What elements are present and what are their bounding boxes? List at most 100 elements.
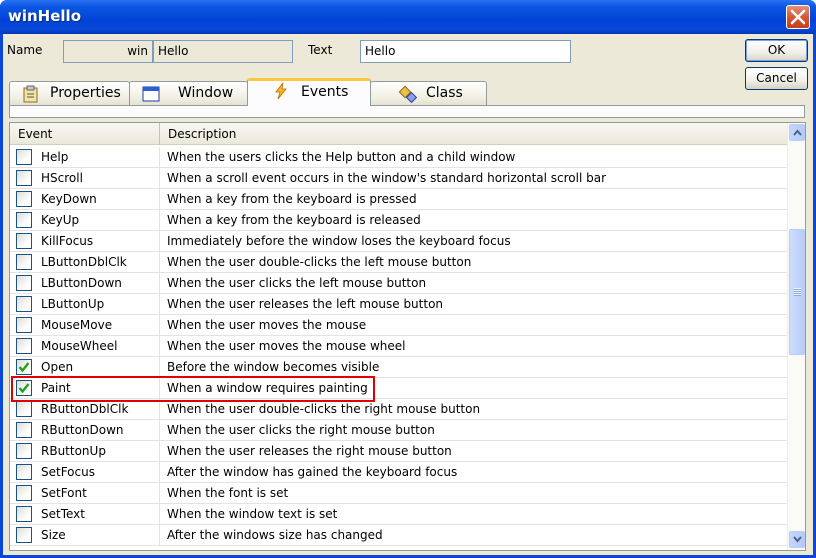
table-row[interactable]: MouseWheel When the user moves the mouse … [10,336,787,357]
event-cell: Open [10,357,160,378]
event-description: Immediately before the window loses the … [167,234,511,248]
table-row[interactable]: Help When the users clicks the Help butto… [10,147,787,168]
table-row[interactable]: RButtonUp When the user releases the righ… [10,441,787,462]
properties-icon [23,85,38,103]
table-row[interactable]: HScroll When a scroll event occurs in the… [10,168,787,189]
event-checkbox[interactable] [16,380,32,396]
event-cell: SetText [10,504,160,525]
event-name: Paint [41,381,71,395]
event-name: LButtonDblClk [41,255,127,269]
grid-header: Event Description [10,123,787,145]
tab-events[interactable]: Events [247,78,371,106]
checkmark-icon [18,383,30,394]
event-cell: Paint [10,378,160,399]
scroll-up-button[interactable] [789,124,805,141]
event-description: Before the window becomes visible [167,360,380,374]
tab-properties-label: Properties [50,85,121,101]
event-name: RButtonUp [41,444,106,458]
events-grid: Event Description Help When the users cli… [9,122,806,551]
event-checkbox[interactable] [16,233,32,249]
name-prefix: win [127,44,148,58]
event-name: SetFocus [41,465,95,479]
event-checkbox[interactable] [16,275,32,291]
event-description: When the user releases the left mouse bu… [167,297,444,311]
event-checkbox[interactable] [16,401,32,417]
event-cell: Size [10,525,160,546]
event-cell: MouseMove [10,315,160,336]
table-row[interactable]: SetFocus After the window has gained the … [10,462,787,483]
event-checkbox[interactable] [16,506,32,522]
title-bar[interactable]: winHello [0,0,816,34]
event-cell: KillFocus [10,231,160,252]
table-row[interactable]: LButtonDown When the user clicks the left… [10,273,787,294]
dialog-window: winHello Name win Hello Text Hello OK Ca… [0,0,816,558]
event-checkbox[interactable] [16,149,32,165]
event-checkbox[interactable] [16,464,32,480]
scroll-down-button[interactable] [789,531,805,548]
chevron-up-icon [793,129,802,136]
tab-properties[interactable]: Properties [9,81,130,105]
event-checkbox[interactable] [16,296,32,312]
lightning-icon [275,82,287,100]
name-field[interactable]: Hello [153,40,293,63]
event-cell: HScroll [10,168,160,189]
event-checkbox[interactable] [16,254,32,270]
table-row[interactable]: Paint When a window requires painting [10,378,787,399]
table-row[interactable]: Size After the windows size has changed [10,525,787,546]
tab-panel [9,105,805,118]
table-row[interactable]: SetFont When the font is set [10,483,787,504]
text-field[interactable]: Hello [360,40,571,63]
tab-window[interactable]: Window [129,81,248,105]
event-checkbox[interactable] [16,443,32,459]
window-title: winHello [8,7,81,25]
table-row[interactable]: KeyDown When a key from the keyboard is p… [10,189,787,210]
table-row[interactable]: MouseMove When the user moves the mouse [10,315,787,336]
tab-class-label: Class [426,85,463,101]
table-row[interactable]: RButtonDblClk When the user double-clicks… [10,399,787,420]
column-header-description[interactable]: Description [160,123,787,145]
event-checkbox[interactable] [16,170,32,186]
table-row[interactable]: RButtonDown When the user clicks the righ… [10,420,787,441]
event-checkbox[interactable] [16,317,32,333]
event-description: When the user moves the mouse wheel [167,339,406,353]
cancel-button[interactable]: Cancel [745,67,808,90]
event-description: When the user double-clicks the left mou… [167,255,472,269]
event-description: When the user double-clicks the right mo… [167,402,481,416]
tab-window-label: Window [178,85,234,101]
table-row[interactable]: Open Before the window becomes visible [10,357,787,378]
event-cell: Help [10,147,160,168]
event-checkbox[interactable] [16,338,32,354]
event-description: When the user clicks the left mouse butt… [167,276,427,290]
event-description: When a key from the keyboard is pressed [167,192,417,206]
event-cell: SetFont [10,483,160,504]
table-row[interactable]: LButtonDblClk When the user double-clicks… [10,252,787,273]
event-name: HScroll [41,171,83,185]
table-row[interactable]: LButtonUp When the user releases the left… [10,294,787,315]
close-button[interactable] [786,5,810,29]
table-row[interactable]: KeyUp When a key from the keyboard is rel… [10,210,787,231]
event-cell: RButtonUp [10,441,160,462]
event-description: When a scroll event occurs in the window… [167,171,607,185]
ok-button[interactable]: OK [745,39,808,62]
event-checkbox[interactable] [16,485,32,501]
event-description: When the user moves the mouse [167,318,367,332]
tab-class[interactable]: Class [370,81,487,105]
event-description: When a window requires painting [167,381,368,395]
event-cell: LButtonDblClk [10,252,160,273]
tab-events-label: Events [301,84,349,100]
table-row[interactable]: KillFocus Immediately before the window l… [10,231,787,252]
event-name: LButtonDown [41,276,122,290]
event-checkbox[interactable] [16,359,32,375]
event-cell: SetFocus [10,462,160,483]
event-description: When the user clicks the right mouse but… [167,423,435,437]
event-checkbox[interactable] [16,527,32,543]
event-name: MouseMove [41,318,113,332]
vertical-scrollbar[interactable] [787,123,805,550]
event-checkbox[interactable] [16,212,32,228]
table-row[interactable]: SetText When the window text is set [10,504,787,525]
event-checkbox[interactable] [16,191,32,207]
scroll-thumb[interactable] [789,229,805,355]
column-header-event[interactable]: Event [10,123,160,145]
event-checkbox[interactable] [16,422,32,438]
class-icon [399,85,417,103]
